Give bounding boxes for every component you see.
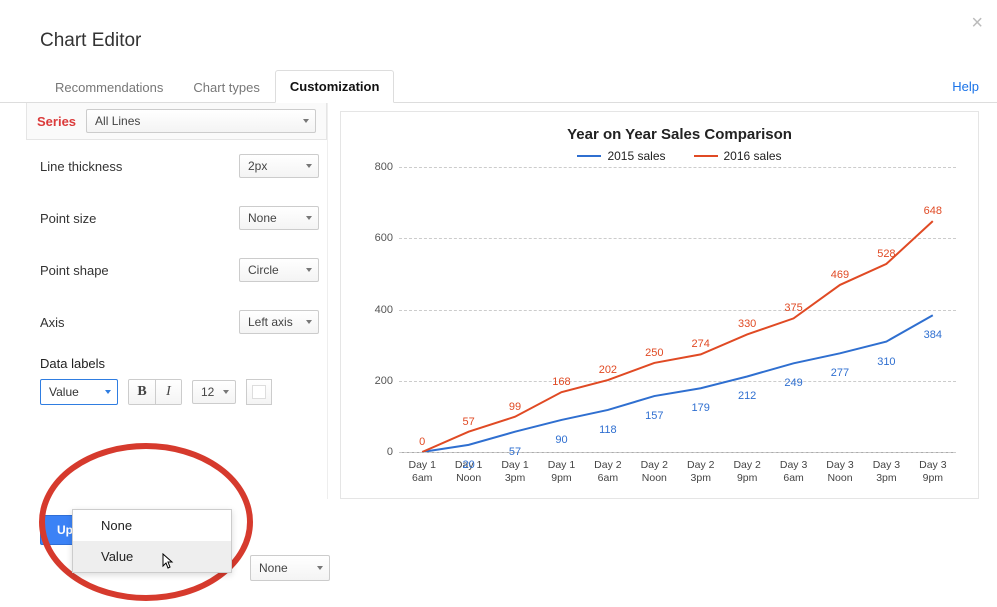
chart-legend: 2015 sales 2016 sales: [395, 149, 964, 163]
point-size-label: Point size: [40, 211, 96, 226]
chart-x-tick: Day 26am: [585, 459, 631, 485]
chart-data-label: 250: [645, 347, 663, 359]
chart-y-tick: 600: [363, 232, 393, 244]
caret-down-icon: [105, 390, 111, 394]
chart-data-label: 168: [552, 376, 570, 388]
chart-x-tick: Day 36am: [770, 459, 816, 485]
series-scope-value: All Lines: [95, 114, 140, 128]
label-color-swatch[interactable]: [246, 379, 272, 405]
chart-data-label: 274: [692, 338, 710, 350]
chart-gridline: [399, 452, 956, 453]
chart-data-label: 310: [877, 356, 895, 368]
chart-x-tick: Day 16am: [399, 459, 445, 485]
caret-down-icon: [223, 390, 229, 394]
chart-x-tick: Day 3Noon: [817, 459, 863, 485]
chart-data-label: 99: [509, 401, 521, 413]
axis-value: Left axis: [248, 315, 293, 329]
chart-x-tick: Day 29pm: [724, 459, 770, 485]
data-labels-option-none[interactable]: None: [73, 510, 231, 541]
chart-y-tick: 0: [363, 446, 393, 458]
chart-preview: Year on Year Sales Comparison 2015 sales…: [340, 111, 979, 499]
chart-data-label: 648: [924, 205, 942, 217]
chart-data-label: 330: [738, 318, 756, 330]
chart-title: Year on Year Sales Comparison: [355, 126, 964, 143]
chart-data-label: 57: [509, 446, 521, 458]
chart-data-label: 202: [599, 364, 617, 376]
caret-down-icon: [303, 119, 309, 123]
line-thickness-label: Line thickness: [40, 159, 122, 174]
help-link[interactable]: Help: [952, 79, 979, 94]
legend-swatch-icon: [694, 155, 718, 158]
chart-lines: [399, 167, 956, 452]
data-labels-value: Value: [49, 385, 79, 399]
chart-data-label: 469: [831, 269, 849, 281]
chart-data-label: 212: [738, 390, 756, 402]
customization-panel: Series All Lines Line thickness 2px Poin…: [18, 103, 328, 499]
data-labels-dropdown: None Value: [72, 509, 232, 573]
tab-bar: Recommendations Chart types Customizatio…: [0, 70, 997, 103]
data-labels-label: Data labels: [40, 356, 319, 379]
tab-recommendations[interactable]: Recommendations: [40, 71, 178, 103]
tab-customization[interactable]: Customization: [275, 70, 395, 103]
axis-select[interactable]: Left axis: [239, 310, 319, 334]
legend-item-2015[interactable]: 2015 sales: [577, 149, 665, 163]
point-shape-label: Point shape: [40, 263, 109, 278]
chart-data-label: 90: [555, 434, 567, 446]
series-scope-select[interactable]: All Lines: [86, 109, 316, 133]
point-shape-select[interactable]: Circle: [239, 258, 319, 282]
chart-x-tick: Day 13pm: [492, 459, 538, 485]
chart-x-tick: Day 33pm: [863, 459, 909, 485]
close-icon[interactable]: ×: [971, 12, 983, 35]
bold-button[interactable]: B: [129, 380, 155, 404]
line-thickness-value: 2px: [248, 159, 267, 173]
chart-data-label: 0: [419, 436, 425, 448]
line-thickness-select[interactable]: 2px: [239, 154, 319, 178]
italic-button[interactable]: I: [155, 380, 181, 404]
chart-x-axis: Day 16amDay 1NoonDay 13pmDay 19pmDay 26a…: [399, 453, 956, 485]
chart-y-tick: 400: [363, 304, 393, 316]
chart-x-tick: Day 19pm: [538, 459, 584, 485]
chart-data-label: 249: [784, 377, 802, 389]
dialog-title: Chart Editor: [0, 0, 997, 52]
error-bars-value: None: [259, 561, 288, 575]
chart-x-tick: Day 23pm: [678, 459, 724, 485]
legend-item-2016[interactable]: 2016 sales: [694, 149, 782, 163]
legend-swatch-icon: [577, 155, 601, 158]
chart-data-label: 277: [831, 367, 849, 379]
chart-y-tick: 800: [363, 161, 393, 173]
chart-data-label: 179: [692, 402, 710, 414]
chart-data-label: 375: [784, 302, 802, 314]
legend-label: 2016 sales: [724, 149, 782, 163]
caret-down-icon: [306, 164, 312, 168]
chart-data-label: 157: [645, 410, 663, 422]
legend-label: 2015 sales: [607, 149, 665, 163]
point-size-value: None: [248, 211, 277, 225]
chart-x-tick: Day 39pm: [910, 459, 956, 485]
data-labels-option-value[interactable]: Value: [73, 541, 231, 572]
chart-data-label: 384: [924, 329, 942, 341]
caret-down-icon: [317, 566, 323, 570]
chart-data-label: 528: [877, 248, 895, 260]
color-box-icon: [252, 385, 266, 399]
label-font-size-value: 12: [201, 385, 214, 399]
chart-data-label: 20: [463, 459, 475, 471]
bold-italic-group: B I: [128, 379, 182, 405]
chart-x-tick: Day 2Noon: [631, 459, 677, 485]
error-bars-select[interactable]: None: [250, 555, 330, 581]
label-font-size-select[interactable]: 12: [192, 380, 236, 404]
chart-y-tick: 200: [363, 375, 393, 387]
point-size-select[interactable]: None: [239, 206, 319, 230]
chart-plot-area: 0200400600800205790118157179212249277310…: [399, 167, 956, 453]
data-labels-select[interactable]: Value: [40, 379, 118, 405]
tab-chart-types[interactable]: Chart types: [178, 71, 274, 103]
chart-data-label: 57: [463, 416, 475, 428]
point-shape-value: Circle: [248, 263, 279, 277]
axis-label: Axis: [40, 315, 65, 330]
chart-data-label: 118: [599, 424, 617, 436]
caret-down-icon: [306, 216, 312, 220]
caret-down-icon: [306, 268, 312, 272]
caret-down-icon: [306, 320, 312, 324]
series-section-title: Series: [37, 114, 76, 129]
